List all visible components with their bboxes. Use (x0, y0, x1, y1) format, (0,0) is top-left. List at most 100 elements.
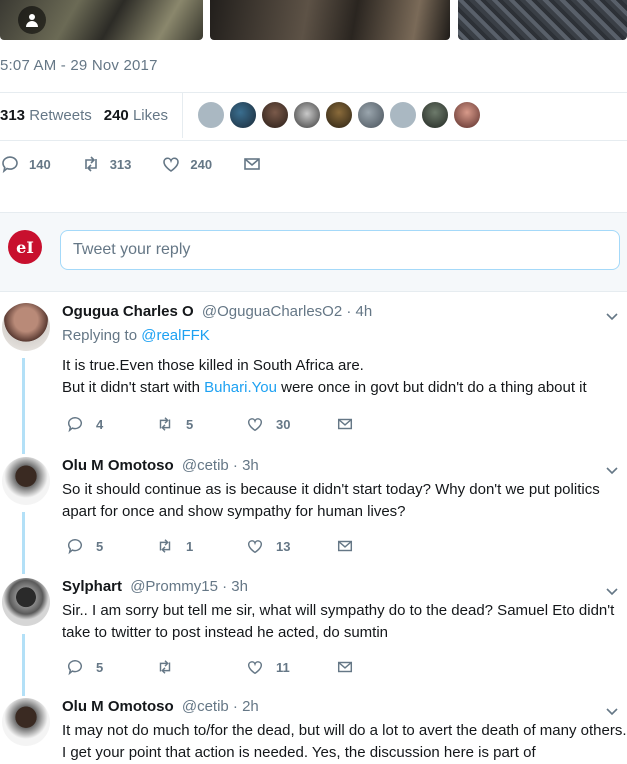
reply-button[interactable]: 5 (66, 537, 156, 555)
avatar[interactable] (2, 457, 50, 505)
divider (181, 92, 183, 138)
like-count: 13 (276, 538, 291, 554)
retweet-icon (159, 660, 171, 674)
tweet-text: Sir.. I am sorry but tell me sir, what w… (62, 602, 615, 641)
reply-icon (2, 156, 18, 174)
tweet-stats: 313 Retweets 240 Likes (0, 92, 627, 138)
avatar[interactable] (2, 303, 50, 351)
retweets-label: Retweets (29, 106, 92, 124)
reply-tweet[interactable]: Ogugua Charles O @OguguaCharlesO2 · 4h R… (0, 303, 627, 453)
avatar[interactable]: eI (8, 230, 42, 264)
liker-avatars (196, 101, 485, 129)
avatar[interactable] (356, 101, 385, 129)
media-image-1[interactable] (0, 0, 203, 40)
avatar[interactable] (452, 101, 481, 129)
envelope-icon (337, 661, 353, 673)
retweet-button[interactable]: 313 (81, 154, 132, 174)
reply-icon (67, 417, 82, 433)
like-count: 11 (276, 659, 290, 675)
display-name[interactable]: Olu M Omotoso (62, 457, 174, 474)
envelope-icon (337, 540, 353, 552)
tweet-timestamp: 5:07 AM - 29 Nov 2017 (0, 57, 158, 74)
reply-count: 5 (96, 659, 104, 675)
retweets-stat[interactable]: 313 Retweets (0, 107, 92, 124)
tweet-header: Ogugua Charles O @OguguaCharlesO2 · 4h (62, 303, 372, 320)
retweet-count: 313 (109, 156, 132, 172)
direct-message-button[interactable] (242, 154, 271, 174)
tweet-text: So it should continue as is because it d… (62, 481, 600, 520)
tweet-actions: 5 1 13 (66, 537, 426, 555)
tweet-text-line: It is true.Even those killed in South Af… (62, 357, 364, 374)
display-name[interactable]: Sylphart (62, 578, 122, 595)
heart-icon (163, 157, 180, 172)
avatar[interactable] (388, 101, 417, 129)
media-image-3[interactable] (458, 0, 627, 40)
avatar[interactable] (228, 101, 257, 129)
chevron-down-icon[interactable] (605, 584, 619, 598)
direct-message-button[interactable] (336, 658, 426, 676)
avatar[interactable] (420, 101, 449, 129)
avatar[interactable] (2, 578, 50, 626)
text-segment: But it didn't start with (62, 379, 205, 396)
handle-and-time[interactable]: @cetib · 2h (182, 698, 259, 715)
reply-count: 5 (96, 538, 104, 554)
reply-count: 140 (29, 156, 51, 172)
text-segment: were once in govt but didn't do a thing … (276, 379, 587, 396)
user-icon (18, 6, 46, 34)
display-name[interactable]: Olu M Omotoso (62, 698, 174, 715)
reply-tweet[interactable]: Olu M Omotoso @cetib · 2h It may not do … (0, 698, 627, 761)
handle-and-time[interactable]: @Prommy15 · 3h (130, 578, 248, 595)
avatar[interactable] (324, 101, 353, 129)
chevron-down-icon[interactable] (605, 704, 619, 718)
reply-button[interactable]: 5 (66, 658, 156, 676)
replying-to-label: Replying to (62, 327, 138, 344)
direct-message-button[interactable] (336, 537, 426, 555)
tweet-header: Olu M Omotoso @cetib · 3h (62, 457, 259, 474)
like-button[interactable]: 11 (246, 658, 336, 676)
likes-stat[interactable]: 240 Likes (104, 107, 168, 124)
like-count: 30 (276, 416, 291, 432)
retweets-count: 313 (0, 106, 26, 124)
retweet-button[interactable]: 5 (156, 415, 246, 433)
avatar[interactable] (2, 698, 50, 746)
avatar[interactable] (260, 101, 289, 129)
reply-button[interactable]: 4 (66, 415, 156, 433)
replying-to-link[interactable]: @realFFK (141, 327, 210, 344)
heart-icon (247, 540, 263, 554)
envelope-icon (337, 418, 353, 430)
avatar[interactable] (196, 101, 225, 129)
direct-message-button[interactable] (336, 415, 426, 433)
reply-button[interactable]: 140 (0, 154, 51, 174)
chevron-down-icon[interactable] (605, 463, 619, 477)
like-button[interactable]: 30 (246, 415, 336, 433)
tweet-actions: 140 313 240 (0, 154, 301, 174)
tweet-header: Olu M Omotoso @cetib · 2h (62, 698, 259, 715)
heart-icon (247, 661, 263, 675)
retweet-icon (159, 417, 171, 431)
likes-label: Likes (132, 106, 168, 124)
likes-count: 240 (103, 106, 129, 124)
handle-and-time[interactable]: @OguguaCharlesO2 · 4h (202, 303, 372, 320)
tweet-header: Sylphart @Prommy15 · 3h (62, 578, 248, 595)
reply-tweet[interactable]: Sylphart @Prommy15 · 3h Sir.. I am sorry… (0, 578, 627, 693)
tweet-actions: 5 11 (66, 658, 426, 676)
media-image-2[interactable] (210, 0, 450, 40)
tweet-actions: 4 5 30 (66, 415, 426, 433)
mention-link[interactable]: Buhari.You (204, 379, 277, 396)
like-button[interactable]: 240 (161, 154, 212, 174)
retweet-button[interactable]: 1 (156, 537, 246, 555)
handle-and-time[interactable]: @cetib · 3h (182, 457, 259, 474)
reply-input[interactable] (60, 230, 620, 270)
retweet-icon (84, 156, 97, 172)
retweet-button[interactable] (156, 658, 246, 676)
retweet-count: 1 (186, 538, 194, 554)
tweet-text-line: But it didn't start with Buhari.You were… (62, 377, 627, 399)
display-name[interactable]: Ogugua Charles O (62, 303, 194, 320)
chevron-down-icon[interactable] (605, 309, 619, 323)
tweet-text: It is true.Even those killed in South Af… (62, 355, 627, 399)
avatar[interactable] (292, 101, 321, 129)
reply-tweet[interactable]: Olu M Omotoso @cetib · 3h So it should c… (0, 457, 627, 572)
like-button[interactable]: 13 (246, 537, 336, 555)
reply-icon (67, 539, 82, 555)
reply-icon (67, 660, 82, 676)
